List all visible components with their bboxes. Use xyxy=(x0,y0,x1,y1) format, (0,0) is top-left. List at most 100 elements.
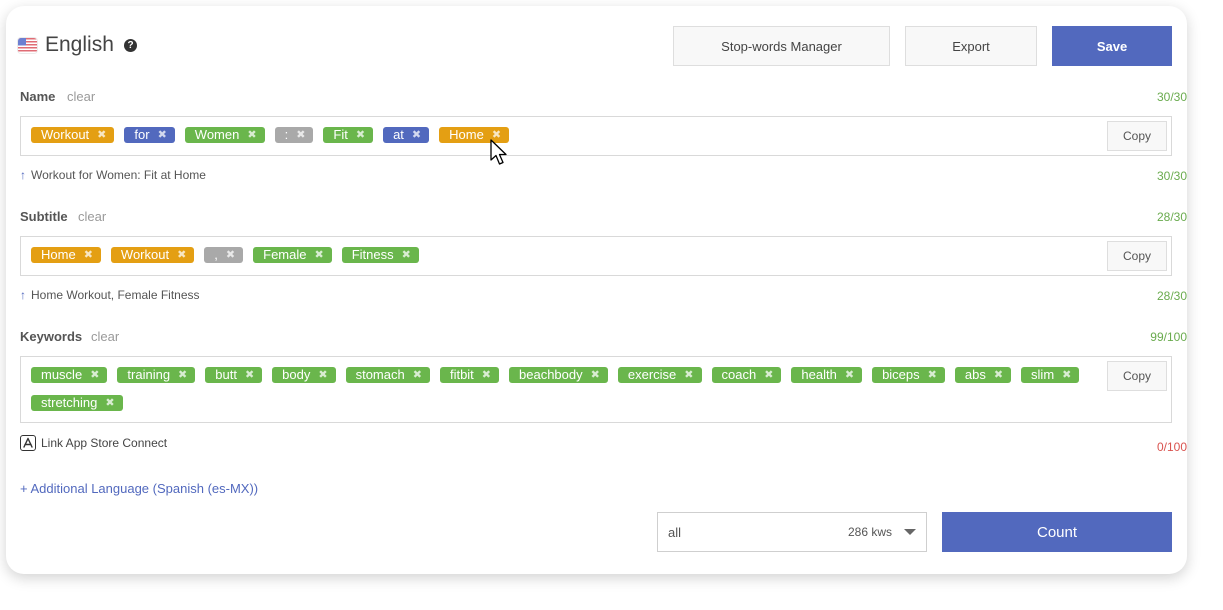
remove-tag-icon[interactable]: ✖ xyxy=(178,367,187,383)
tag-text: : xyxy=(284,127,289,142)
save-button[interactable]: Save xyxy=(1052,26,1172,66)
tag-text: body xyxy=(282,367,311,382)
mouse-cursor-icon xyxy=(490,139,507,165)
remove-tag-icon[interactable]: ✖ xyxy=(356,127,365,143)
name-label: Name xyxy=(20,89,56,104)
remove-tag-icon[interactable]: ✖ xyxy=(177,247,186,263)
subtitle-copy-button[interactable]: Copy xyxy=(1107,241,1167,271)
name-tag[interactable]: : ✖ xyxy=(274,127,314,143)
count-button[interactable]: Count xyxy=(942,512,1172,552)
name-tag[interactable]: at ✖ xyxy=(383,127,430,143)
additional-language-link[interactable]: + Additional Language (Spanish (es-MX)) xyxy=(20,481,258,496)
remove-tag-icon[interactable]: ✖ xyxy=(845,367,854,383)
remove-tag-icon[interactable]: ✖ xyxy=(412,127,421,143)
name-tag[interactable]: Women ✖ xyxy=(184,127,265,143)
name-preview-counter: 30/30 xyxy=(1156,169,1187,183)
keywords-tag-box[interactable]: muscle ✖ training ✖ butt ✖ body ✖ stomach ✖ fitbit… xyxy=(20,356,1172,423)
subtitle-preview-text: Home Workout, Female Fitness xyxy=(31,288,200,302)
subtitle-tag[interactable]: Fitness ✖ xyxy=(341,247,419,263)
name-tag[interactable]: Fit ✖ xyxy=(323,127,374,143)
keywords-tag[interactable]: butt ✖ xyxy=(205,367,263,383)
keywords-tag[interactable]: fitbit ✖ xyxy=(439,367,500,383)
stop-words-manager-button[interactable]: Stop-words Manager xyxy=(673,26,890,66)
remove-tag-icon[interactable]: ✖ xyxy=(105,395,114,411)
keywords-tag[interactable]: stomach ✖ xyxy=(345,367,430,383)
remove-tag-icon[interactable]: ✖ xyxy=(684,367,693,383)
keywords-clear-link[interactable]: clear xyxy=(91,329,119,344)
keywords-tag[interactable]: beachbody ✖ xyxy=(509,367,608,383)
keywords-tag[interactable]: slim ✖ xyxy=(1021,367,1080,383)
name-tags: Workout ✖ for ✖ Women ✖: ✖ Fit ✖ at ✖ Home ✖ xyxy=(31,127,1101,143)
keywords-copy-button[interactable]: Copy xyxy=(1107,361,1167,391)
name-clear-link[interactable]: clear xyxy=(67,89,95,104)
us-flag-icon xyxy=(18,38,37,53)
name-tag[interactable]: for ✖ xyxy=(124,127,175,143)
tag-text: Home xyxy=(449,127,484,142)
keywords-secondary-counter: 0/100 xyxy=(1156,440,1187,454)
tag-text: for xyxy=(134,127,150,142)
remove-tag-icon[interactable]: ✖ xyxy=(318,367,327,383)
app-store-icon xyxy=(20,435,36,451)
tag-text: Fitness xyxy=(351,247,394,262)
tag-text: Female xyxy=(263,247,307,262)
tag-text: stomach xyxy=(355,367,405,382)
remove-tag-icon[interactable]: ✖ xyxy=(315,247,324,263)
keywords-tag[interactable]: coach ✖ xyxy=(711,367,782,383)
tag-text: at xyxy=(393,127,404,142)
remove-tag-icon[interactable]: ✖ xyxy=(764,367,773,383)
name-tag-box[interactable]: Workout ✖ for ✖ Women ✖: ✖ Fit ✖ at ✖ Home ✖ Copy xyxy=(20,116,1172,156)
remove-tag-icon[interactable]: ✖ xyxy=(296,127,305,143)
subtitle-tag[interactable]: Female ✖ xyxy=(253,247,332,263)
remove-tag-icon[interactable]: ✖ xyxy=(482,367,491,383)
remove-tag-icon[interactable]: ✖ xyxy=(84,247,93,263)
arrow-up-icon: ↑ xyxy=(20,168,26,182)
remove-tag-icon[interactable]: ✖ xyxy=(226,247,235,263)
tag-text: fitbit xyxy=(449,367,474,382)
name-tag[interactable]: Workout ✖ xyxy=(31,127,115,143)
remove-tag-icon[interactable]: ✖ xyxy=(413,367,422,383)
subtitle-tag[interactable]: Workout ✖ xyxy=(110,247,195,263)
remove-tag-icon[interactable]: ✖ xyxy=(994,367,1003,383)
remove-tag-icon[interactable]: ✖ xyxy=(245,367,254,383)
subtitle-tag[interactable]: Home ✖ xyxy=(31,247,101,263)
remove-tag-icon[interactable]: ✖ xyxy=(1062,367,1071,383)
subtitle-preview-counter: 28/30 xyxy=(1156,289,1187,303)
remove-tag-icon[interactable]: ✖ xyxy=(158,127,167,143)
link-app-store-connect[interactable]: Link App Store Connect xyxy=(20,435,167,451)
name-preview-text: Workout for Women: Fit at Home xyxy=(31,168,206,182)
keywords-tag[interactable]: body ✖ xyxy=(272,367,336,383)
remove-tag-icon[interactable]: ✖ xyxy=(928,367,937,383)
keywords-tag[interactable]: abs ✖ xyxy=(954,367,1012,383)
keywords-tag[interactable]: training ✖ xyxy=(117,367,196,383)
tag-text: Home xyxy=(41,247,76,262)
remove-tag-icon[interactable]: ✖ xyxy=(591,367,600,383)
help-icon[interactable]: ? xyxy=(124,39,137,52)
keywords-tag[interactable]: biceps ✖ xyxy=(872,367,945,383)
tag-text: biceps xyxy=(882,367,920,382)
subtitle-clear-link[interactable]: clear xyxy=(78,209,106,224)
tag-text: stretching xyxy=(41,395,98,410)
keyword-filter-select[interactable]: all 286 kws xyxy=(657,512,927,552)
keywords-tag[interactable]: exercise ✖ xyxy=(617,367,702,383)
kws-count: 286 kws xyxy=(847,525,892,539)
remove-tag-icon[interactable]: ✖ xyxy=(247,127,256,143)
tag-text: training xyxy=(127,367,171,382)
remove-tag-icon[interactable]: ✖ xyxy=(90,367,99,383)
keywords-counter: 99/100 xyxy=(1150,330,1187,344)
keywords-tags: muscle ✖ training ✖ butt ✖ body ✖ stomach ✖ fitbit… xyxy=(31,367,1101,411)
tag-text: exercise xyxy=(627,367,677,382)
remove-tag-icon[interactable]: ✖ xyxy=(97,127,106,143)
keywords-tag[interactable]: stretching ✖ xyxy=(31,395,123,411)
keywords-label: Keywords xyxy=(20,329,83,344)
tag-text: beachbody xyxy=(519,367,583,382)
name-copy-button[interactable]: Copy xyxy=(1107,121,1167,151)
subtitle-tag[interactable]: , ✖ xyxy=(204,247,244,263)
keywords-tag[interactable]: muscle ✖ xyxy=(31,367,108,383)
filter-value: all xyxy=(668,524,682,540)
export-button[interactable]: Export xyxy=(905,26,1037,66)
remove-tag-icon[interactable]: ✖ xyxy=(402,247,411,263)
app-store-link-text: Link App Store Connect xyxy=(41,436,168,450)
tag-text: Workout xyxy=(41,127,90,142)
subtitle-tag-box[interactable]: Home ✖ Workout ✖, ✖ Female ✖ Fitness ✖ Copy xyxy=(20,236,1172,276)
keywords-tag[interactable]: health ✖ xyxy=(791,367,863,383)
